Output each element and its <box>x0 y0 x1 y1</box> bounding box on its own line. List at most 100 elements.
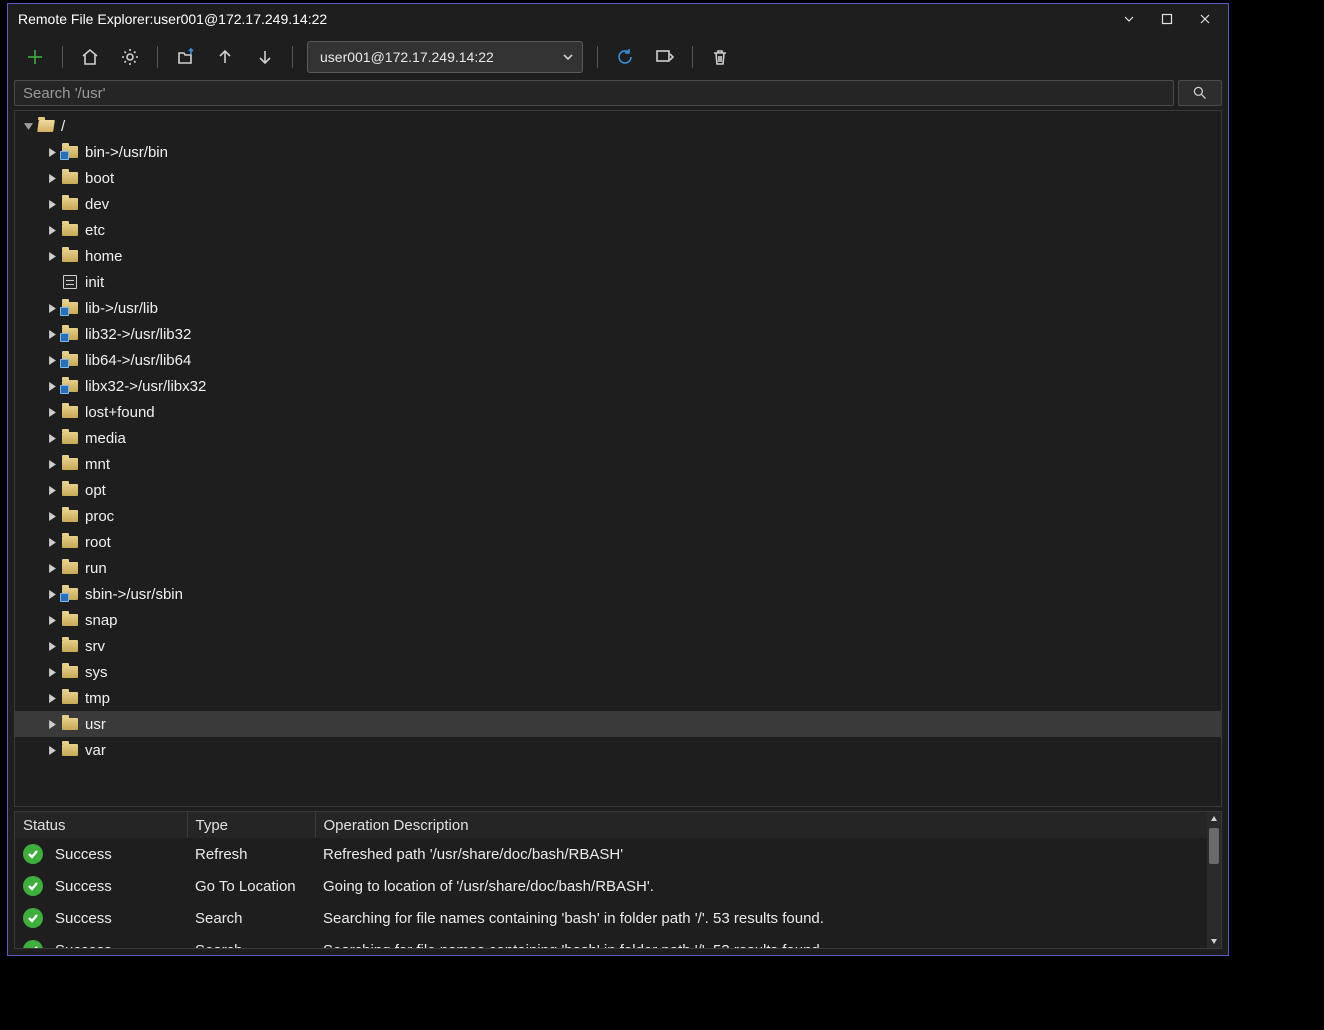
log-type: Go To Location <box>187 870 315 902</box>
expand-toggle[interactable] <box>45 408 59 417</box>
tree-row[interactable]: proc <box>15 503 1221 529</box>
log-type: Search <box>187 934 315 949</box>
parent-folder-button[interactable] <box>166 39 204 75</box>
expand-toggle[interactable] <box>45 148 59 157</box>
expand-toggle[interactable] <box>45 538 59 547</box>
tree-label: lib32->/usr/lib32 <box>85 326 191 343</box>
expand-toggle[interactable] <box>45 616 59 625</box>
file-tree[interactable]: / bin->/usr/bin boot devetc home initlib->/us… <box>14 110 1222 807</box>
tree-label: media <box>85 430 126 447</box>
expand-toggle[interactable] <box>21 122 35 131</box>
folder-closed-icon <box>61 664 79 680</box>
settings-button[interactable] <box>111 39 149 75</box>
tree-row[interactable]: etc <box>15 217 1221 243</box>
maximize-button[interactable] <box>1148 4 1186 34</box>
tree-row[interactable]: tmp <box>15 685 1221 711</box>
tree-label: home <box>85 248 123 265</box>
expand-toggle[interactable] <box>45 382 59 391</box>
tree-row[interactable]: init <box>15 269 1221 295</box>
tree-row[interactable]: sbin->/usr/sbin <box>15 581 1221 607</box>
expand-toggle[interactable] <box>45 486 59 495</box>
expand-toggle[interactable] <box>45 694 59 703</box>
expand-toggle[interactable] <box>45 304 59 313</box>
connection-dropdown[interactable]: user001@172.17.249.14:22 <box>307 41 583 73</box>
upload-button[interactable] <box>206 39 244 75</box>
tree-label: boot <box>85 170 114 187</box>
search-input[interactable] <box>14 80 1174 106</box>
tree-row[interactable]: lib32->/usr/lib32 <box>15 321 1221 347</box>
symlink-folder-icon <box>61 300 79 316</box>
expand-toggle[interactable] <box>45 590 59 599</box>
tree-row[interactable]: srv <box>15 633 1221 659</box>
tree-row[interactable]: dev <box>15 191 1221 217</box>
expand-toggle[interactable] <box>45 434 59 443</box>
expand-toggle[interactable] <box>45 460 59 469</box>
log-header-desc[interactable]: Operation Description <box>315 812 1207 838</box>
status-text: Success <box>55 878 112 895</box>
tree-label: / <box>61 118 65 135</box>
expand-toggle[interactable] <box>45 668 59 677</box>
expand-toggle[interactable] <box>45 200 59 209</box>
refresh-icon <box>615 47 635 67</box>
search-button[interactable] <box>1178 80 1222 106</box>
tree-row[interactable]: bin->/usr/bin <box>15 139 1221 165</box>
terminal-button[interactable] <box>646 39 684 75</box>
status-text: Success <box>55 942 112 950</box>
log-row[interactable]: SuccessSearchSearching for file names co… <box>15 902 1207 934</box>
tree-label: bin->/usr/bin <box>85 144 168 161</box>
tree-label: libx32->/usr/libx32 <box>85 378 206 395</box>
tree-row[interactable]: snap <box>15 607 1221 633</box>
expand-toggle[interactable] <box>45 642 59 651</box>
scroll-down-icon[interactable] <box>1207 934 1221 948</box>
scrollbar-thumb[interactable] <box>1209 828 1219 864</box>
expand-toggle[interactable] <box>45 330 59 339</box>
expand-toggle[interactable] <box>45 226 59 235</box>
tree-row[interactable]: run <box>15 555 1221 581</box>
minimize-button[interactable] <box>1110 4 1148 34</box>
tree-label: opt <box>85 482 106 499</box>
close-icon <box>1199 13 1211 25</box>
expand-toggle[interactable] <box>45 720 59 729</box>
tree-row[interactable]: lib->/usr/lib <box>15 295 1221 321</box>
expand-toggle[interactable] <box>45 252 59 261</box>
folder-closed-icon <box>61 404 79 420</box>
expand-toggle[interactable] <box>45 356 59 365</box>
tree-row[interactable]: home <box>15 243 1221 269</box>
symlink-folder-icon <box>61 326 79 342</box>
tree-row[interactable]: lost+found <box>15 399 1221 425</box>
terminal-icon <box>655 47 675 67</box>
log-header-status[interactable]: Status <box>15 812 187 838</box>
download-button[interactable] <box>246 39 284 75</box>
expand-toggle[interactable] <box>45 564 59 573</box>
delete-button[interactable] <box>701 39 739 75</box>
refresh-button[interactable] <box>606 39 644 75</box>
folder-closed-icon <box>61 690 79 706</box>
tree-label: lost+found <box>85 404 155 421</box>
scroll-up-icon[interactable] <box>1207 812 1221 826</box>
log-description: Going to location of '/usr/share/doc/bas… <box>315 870 1207 902</box>
tree-row[interactable]: usr <box>15 711 1221 737</box>
tree-row[interactable]: var <box>15 737 1221 763</box>
tree-row[interactable]: sys <box>15 659 1221 685</box>
folder-closed-icon <box>61 196 79 212</box>
tree-row[interactable]: opt <box>15 477 1221 503</box>
expand-toggle[interactable] <box>45 512 59 521</box>
home-button[interactable] <box>71 39 109 75</box>
tree-row[interactable]: media <box>15 425 1221 451</box>
log-header-type[interactable]: Type <box>187 812 315 838</box>
expand-toggle[interactable] <box>45 174 59 183</box>
success-icon <box>23 844 43 864</box>
expand-toggle[interactable] <box>45 746 59 755</box>
tree-row[interactable]: lib64->/usr/lib64 <box>15 347 1221 373</box>
tree-row[interactable]: mnt <box>15 451 1221 477</box>
tree-row[interactable]: root <box>15 529 1221 555</box>
tree-row[interactable]: boot <box>15 165 1221 191</box>
log-row[interactable]: SuccessRefreshRefreshed path '/usr/share… <box>15 838 1207 870</box>
close-button[interactable] <box>1186 4 1224 34</box>
log-scrollbar[interactable] <box>1207 812 1221 948</box>
log-row[interactable]: SuccessSearchSearching for file names co… <box>15 934 1207 949</box>
new-connection-button[interactable] <box>16 39 54 75</box>
tree-row[interactable]: libx32->/usr/libx32 <box>15 373 1221 399</box>
tree-row[interactable]: / <box>15 113 1221 139</box>
log-row[interactable]: Success Go To LocationGoing to location o… <box>15 870 1207 902</box>
